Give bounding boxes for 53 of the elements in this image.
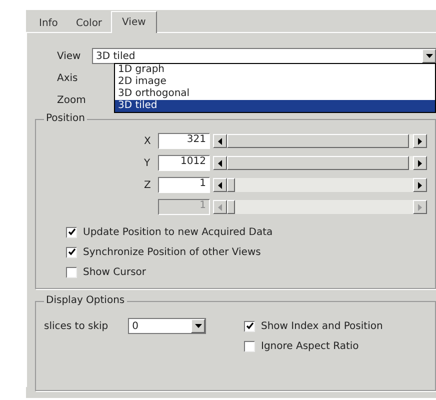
caret-icon bbox=[194, 324, 202, 328]
dropdown-option[interactable]: 3D orthogonal bbox=[115, 88, 435, 100]
dropdown-option[interactable]: 2D image bbox=[115, 76, 435, 88]
scrollbar[interactable] bbox=[213, 178, 427, 192]
right-arrow-icon bbox=[418, 160, 422, 166]
right-arrow-icon bbox=[418, 204, 422, 210]
right-arrow-icon bbox=[418, 138, 422, 144]
left-arrow-icon bbox=[218, 138, 222, 144]
group-title: Position bbox=[44, 113, 87, 124]
caret-icon bbox=[426, 54, 432, 58]
axis-label: Y bbox=[144, 158, 150, 168]
slices-dropdown[interactable]: 0 bbox=[128, 318, 206, 334]
checkbox-label: Update Position to new Acquired Data bbox=[83, 226, 273, 238]
tab[interactable]: View bbox=[111, 11, 157, 33]
scroll-right-button[interactable] bbox=[413, 178, 427, 192]
number-field[interactable]: 321 bbox=[158, 133, 210, 149]
checkbox[interactable] bbox=[66, 266, 77, 278]
group-title: Display Options bbox=[44, 295, 127, 306]
checkbox[interactable] bbox=[66, 226, 77, 238]
checkbox-label: Show Index and Position bbox=[261, 320, 383, 332]
scrollbar[interactable] bbox=[213, 200, 427, 214]
checkbox-label: Synchronize Position of other Views bbox=[83, 246, 261, 258]
left-arrow-icon bbox=[218, 204, 222, 210]
number-field[interactable]: 1 bbox=[158, 177, 210, 193]
scrollbar-thumb[interactable] bbox=[227, 178, 235, 192]
view-dropdown[interactable]: 3D tiled bbox=[92, 48, 436, 64]
dropdown-option[interactable]: 3D tiled bbox=[115, 100, 435, 112]
axis-label: Z bbox=[144, 180, 151, 190]
scroll-left-button[interactable] bbox=[213, 134, 227, 148]
right-arrow-icon bbox=[418, 182, 422, 188]
scroll-right-button[interactable] bbox=[413, 134, 427, 148]
dropdown-button[interactable] bbox=[191, 319, 206, 333]
scroll-left-button[interactable] bbox=[213, 156, 227, 170]
checkbox[interactable] bbox=[244, 320, 255, 332]
checkbox-label: Ignore Aspect Ratio bbox=[261, 340, 359, 352]
checkbox[interactable] bbox=[66, 246, 77, 258]
checkbox-label: Show Cursor bbox=[83, 266, 146, 278]
field-label: View bbox=[56, 50, 82, 62]
dropdown-option[interactable]: 1D graph bbox=[115, 64, 435, 76]
dropdown-button[interactable] bbox=[422, 49, 436, 63]
scroll-left-button[interactable] bbox=[213, 178, 227, 192]
field-label: slices to skip bbox=[44, 320, 108, 332]
scroll-right-button[interactable] bbox=[413, 156, 427, 170]
field-label: Zoom bbox=[56, 94, 87, 106]
number-field[interactable]: 1012 bbox=[158, 155, 210, 171]
scrollbar-thumb[interactable] bbox=[227, 200, 235, 214]
dropdown-value: 3D tiled bbox=[96, 50, 136, 62]
axis-label: X bbox=[144, 136, 151, 146]
dropdown-value: 0 bbox=[132, 320, 139, 332]
field-label: Axis bbox=[56, 72, 79, 84]
checkbox[interactable] bbox=[244, 340, 255, 352]
left-arrow-icon bbox=[218, 182, 222, 188]
left-arrow-icon bbox=[218, 160, 222, 166]
